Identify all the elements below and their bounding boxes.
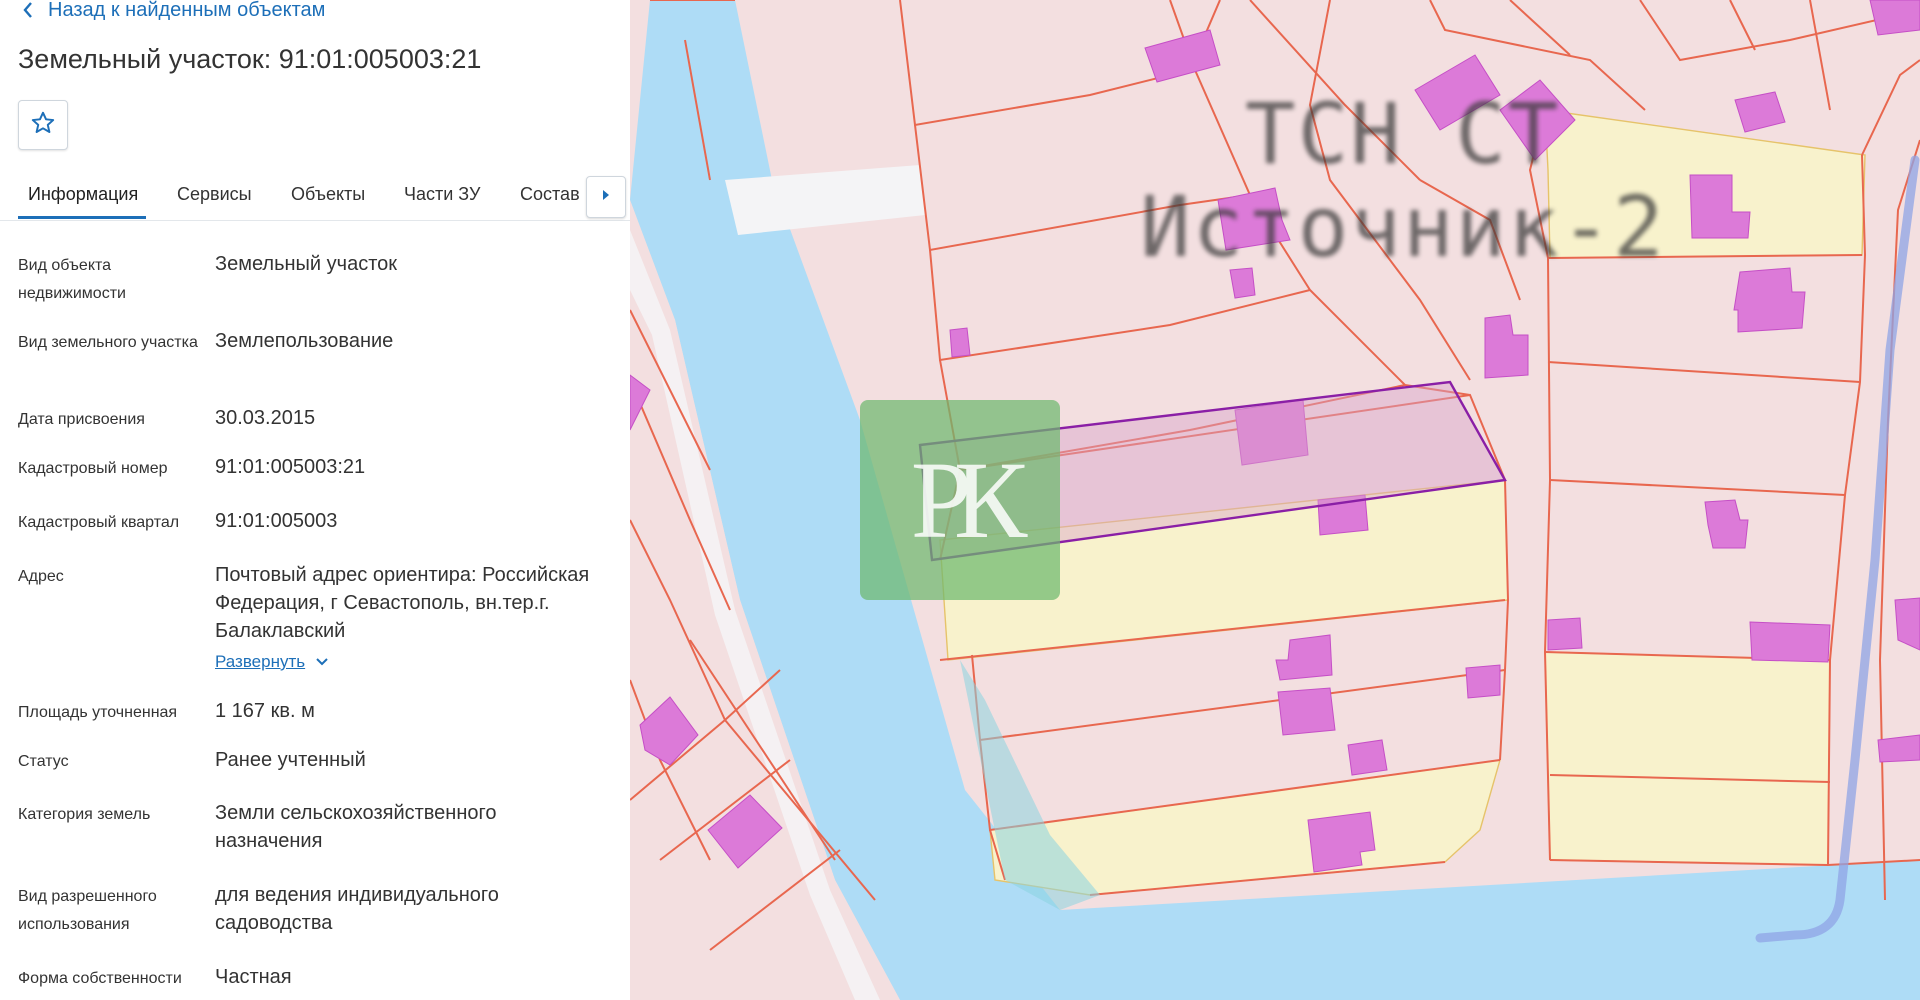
tab-composition[interactable]: Состав — [520, 184, 580, 205]
tab-parts[interactable]: Части ЗУ — [404, 184, 480, 205]
label-cadastral-number: Кадастровый номер — [18, 460, 168, 477]
active-tab-indicator — [18, 216, 146, 219]
label-area: Площадь уточненная — [18, 704, 178, 721]
value-permitted-use: для ведения индивидуального садоводства — [215, 884, 499, 934]
value-status: Ранее учтенный — [215, 749, 366, 771]
label-land-category: Категория земель — [18, 806, 151, 823]
star-icon — [30, 110, 56, 141]
value-land-type: Землепользование — [215, 330, 394, 352]
tab-bar: Информация Сервисы Объекты Части ЗУ Сост… — [0, 176, 630, 221]
map-label-line1: ТСН СТ — [1245, 85, 1561, 183]
expand-address-link[interactable]: Развернуть — [215, 652, 329, 672]
page-title: Земельный участок: 91:01:005003:21 — [18, 44, 482, 74]
value-assignment-date: 30.03.2015 — [215, 407, 316, 429]
label-status: Статус — [18, 753, 69, 770]
value-object-type: Земельный участок — [215, 253, 398, 275]
watermark-text: РК — [910, 439, 1027, 561]
value-area: 1 167 кв. м — [215, 700, 315, 722]
caret-right-icon — [601, 188, 611, 206]
expand-label: Развернуть — [215, 652, 306, 671]
tabs-scroll-right-button[interactable] — [586, 176, 626, 218]
watermark-logo: РК — [860, 400, 1060, 600]
back-link-label: Назад к найденным объектам — [48, 0, 326, 21]
back-link[interactable]: Назад к найденным объектам — [22, 0, 325, 24]
tab-services[interactable]: Сервисы — [177, 184, 252, 205]
chevron-down-icon — [315, 652, 329, 672]
label-object-type: Вид объекта недвижимости — [18, 257, 126, 302]
value-address: Почтовый адрес ориентира: Российская Фед… — [215, 564, 590, 642]
label-address: Адрес — [18, 568, 64, 585]
label-land-type: Вид земельного участка — [18, 334, 198, 351]
label-permitted-use: Вид разрешенного использования — [18, 888, 157, 933]
tab-information[interactable]: Информация — [28, 184, 138, 205]
value-cadastral-number: 91:01:005003:21 — [215, 456, 366, 478]
label-cadastral-quarter: Кадастровый квартал — [18, 514, 180, 531]
map-label-line2: Источник-2 — [1140, 178, 1666, 276]
value-land-category: Земли сельскохозяйственного назначения — [215, 802, 497, 852]
info-panel: Назад к найденным объектам Земельный уча… — [0, 0, 630, 1000]
value-ownership: Частная — [215, 966, 292, 988]
favorite-button[interactable] — [18, 100, 68, 150]
label-ownership: Форма собственности — [18, 970, 182, 987]
cadastral-map[interactable]: ТСН СТ Источник-2 РК — [630, 0, 1920, 1000]
chevron-left-icon — [22, 0, 48, 21]
value-cadastral-quarter: 91:01:005003 — [215, 510, 338, 532]
tab-objects[interactable]: Объекты — [291, 184, 365, 205]
label-assignment-date: Дата присвоения — [18, 411, 145, 428]
